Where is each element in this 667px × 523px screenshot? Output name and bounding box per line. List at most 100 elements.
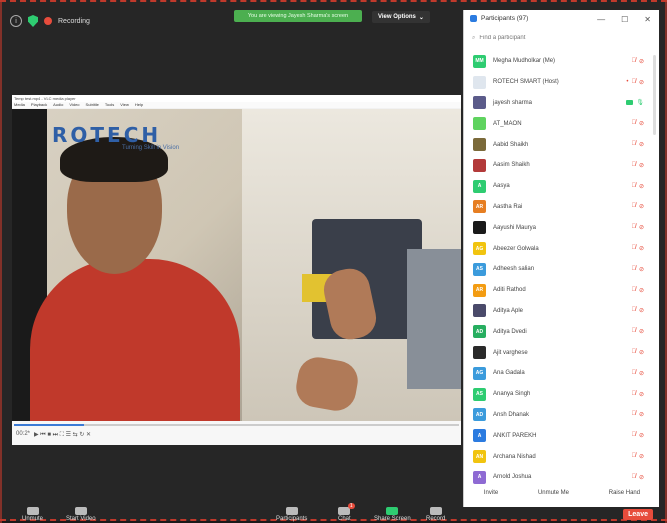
microphone-muted-icon: 🎙̸ xyxy=(631,473,636,480)
participant-name: Ansh Dhanak xyxy=(493,411,530,418)
avatar: AS xyxy=(473,387,486,401)
participant-row[interactable]: A ANKIT PAREKH 🎙̸ ⊘ xyxy=(464,425,660,446)
participant-status-icons: 🎙̸ ⊘ xyxy=(631,328,644,335)
participant-row[interactable]: AR Aastha Rai 🎙̸ ⊘ xyxy=(464,197,660,218)
leave-button[interactable]: Leave xyxy=(623,509,653,520)
participant-row[interactable]: AR Aditi Rathod 🎙̸ ⊘ xyxy=(464,280,660,301)
video-off-icon: ⊘ xyxy=(638,58,644,65)
microphone-muted-icon: 🎙̸ xyxy=(631,161,636,168)
unmute-me-button[interactable]: Unmute Me xyxy=(538,490,569,504)
chat-button[interactable]: Chat 1 xyxy=(338,503,355,522)
info-icon[interactable]: i xyxy=(10,15,22,27)
vlc-menu-item[interactable]: Audio xyxy=(53,102,63,108)
participant-name: Aasya xyxy=(493,183,510,190)
participant-status-icons: 🎙̸ ⊘ xyxy=(631,266,644,273)
restore-button[interactable]: ☐ xyxy=(621,15,628,24)
avatar: A xyxy=(473,179,486,193)
microphone-muted-icon: 🎙̸ xyxy=(631,328,636,335)
record-button[interactable]: Record xyxy=(426,507,445,522)
video-off-icon: ⊘ xyxy=(638,225,644,232)
minimize-button[interactable]: — xyxy=(597,15,605,24)
vlc-buttons-glyphs[interactable]: ▶ ⏮ ■ ⏭ ⛶ ☰ ⇆ ↻ ✕ xyxy=(34,431,91,439)
participant-row[interactable]: AD Aditya Dvedi 🎙̸ ⊘ xyxy=(464,321,660,342)
participants-button[interactable]: Participants xyxy=(276,507,307,522)
participants-panel: Participants (97) — ☐ ✕ ⌕ MM Megha Mudhol… xyxy=(463,10,659,507)
participant-row[interactable]: Aasim Shaikh 🎙̸ ⊘ xyxy=(464,155,660,176)
avatar: A xyxy=(473,470,486,484)
participant-name: ANKIT PAREKH xyxy=(493,432,537,439)
screen-share-banner: You are viewing Jayesh Sharma's screen xyxy=(234,10,362,22)
vlc-menu-item[interactable]: Video xyxy=(69,102,79,108)
recording-dot-icon xyxy=(44,17,52,25)
participant-row[interactable]: AG Ana Gadala 🎙̸ ⊘ xyxy=(464,363,660,384)
participant-name: ROTECH SMART (Host) xyxy=(493,79,559,86)
participant-search-input[interactable] xyxy=(479,35,630,41)
vlc-menu-item[interactable]: View xyxy=(120,102,129,108)
video-off-icon: ⊘ xyxy=(638,308,644,315)
participant-row[interactable]: AS Ananya Singh 🎙̸ ⊘ xyxy=(464,384,660,405)
participant-row[interactable]: AT_MAON 🎙̸ ⊘ xyxy=(464,113,660,134)
microphone-muted-icon: 🎙̸ xyxy=(631,432,636,439)
video-off-icon: ⊘ xyxy=(638,204,644,211)
window-border-left xyxy=(0,2,2,523)
participant-row[interactable]: Aditya Aple 🎙̸ ⊘ xyxy=(464,301,660,322)
participant-row[interactable]: AD Ansh Dhanak 🎙̸ ⊘ xyxy=(464,405,660,426)
participant-status-icons: 🎙̸ ⊘ xyxy=(631,58,644,65)
participant-row[interactable]: MM Megha Mudholkar (Me) 🎙̸ ⊘ xyxy=(464,51,660,72)
participant-search[interactable]: ⌕ xyxy=(472,32,652,44)
participant-row[interactable]: Ajit varghese 🎙̸ ⊘ xyxy=(464,342,660,363)
view-options-button[interactable]: View Options ⌄ xyxy=(372,11,430,23)
rotech-logo-tagline: Turning Skill in Vision xyxy=(122,145,180,151)
share-screen-button[interactable]: Share Screen xyxy=(374,507,411,522)
avatar xyxy=(473,75,486,89)
unmute-button[interactable]: Unmute xyxy=(22,507,43,522)
vlc-menu-item[interactable]: Help xyxy=(135,102,143,108)
participant-row[interactable]: jayesh sharma 🎙 xyxy=(464,93,660,114)
video-off-icon: ⊘ xyxy=(638,370,644,377)
vlc-menu-item[interactable]: Tools xyxy=(105,102,114,108)
shield-icon[interactable] xyxy=(28,15,38,27)
participant-row[interactable]: A Aasya 🎙̸ ⊘ xyxy=(464,176,660,197)
participant-row[interactable]: Aabid Shaikh 🎙̸ ⊘ xyxy=(464,134,660,155)
video-off-icon: ⊘ xyxy=(638,266,644,273)
participant-name: jayesh sharma xyxy=(493,99,533,106)
vlc-menu-bar: Media Playback Audio Video Subtitle Tools View… xyxy=(12,102,461,108)
view-options-label: View Options xyxy=(378,14,416,20)
vlc-control-buttons[interactable]: 00:2* ▶ ⏮ ■ ⏭ ⛶ ☰ ⇆ ↻ ✕ xyxy=(16,431,91,439)
participant-status-icons: 🎙̸ ⊘ xyxy=(631,162,644,169)
vlc-menu-item[interactable]: Playback xyxy=(31,102,47,108)
panel-window-controls: — ☐ ✕ xyxy=(597,15,651,24)
video-off-icon: ⊘ xyxy=(638,79,644,86)
close-button[interactable]: ✕ xyxy=(644,15,651,24)
recording-indicator-icon: • xyxy=(626,78,629,85)
vlc-menu-item[interactable]: Subtitle xyxy=(86,102,99,108)
participant-row[interactable]: AN Archana Nishad 🎙̸ ⊘ xyxy=(464,446,660,467)
raise-hand-button[interactable]: Raise Hand xyxy=(609,490,640,504)
participant-status-icons: 🎙̸ ⊘ xyxy=(631,224,644,231)
microphone-muted-icon: 🎙̸ xyxy=(631,453,636,460)
participant-row[interactable]: Aayushi Maurya 🎙̸ ⊘ xyxy=(464,217,660,238)
participants-icon xyxy=(285,507,298,515)
microphone-on-icon: 🎙 xyxy=(636,100,644,107)
avatar: A xyxy=(473,429,486,443)
unmute-label: Unmute xyxy=(22,516,44,522)
start-video-button[interactable]: Start Video xyxy=(66,507,96,522)
vlc-menu-item[interactable]: Media xyxy=(14,102,25,108)
participant-name: AT_MAON xyxy=(493,120,522,127)
vlc-seek-bar[interactable] xyxy=(14,424,459,426)
avatar xyxy=(473,346,486,360)
participant-name: Abeezer Golwala xyxy=(493,245,539,252)
microphone-muted-icon: 🎙̸ xyxy=(631,120,636,127)
participant-name: Aayushi Maurya xyxy=(493,224,537,231)
participant-name: Aastha Rai xyxy=(493,203,523,210)
participant-row[interactable]: AG Abeezer Golwala 🎙̸ ⊘ xyxy=(464,238,660,259)
participant-row[interactable]: AS Adheesh salian 🎙̸ ⊘ xyxy=(464,259,660,280)
participant-row[interactable]: A Arnold Joshua 🎙̸ ⊘ xyxy=(464,467,660,488)
avatar: AS xyxy=(473,262,486,276)
avatar: AR xyxy=(473,200,486,214)
microphone-muted-icon: 🎙̸ xyxy=(631,411,636,418)
participant-name: Megha Mudholkar (Me) xyxy=(493,58,556,65)
invite-button[interactable]: Invite xyxy=(484,490,498,504)
participant-row[interactable]: ROTECH SMART (Host) • 🎙̸ ⊘ xyxy=(464,72,660,93)
participant-name: Aditi Rathod xyxy=(493,287,526,294)
